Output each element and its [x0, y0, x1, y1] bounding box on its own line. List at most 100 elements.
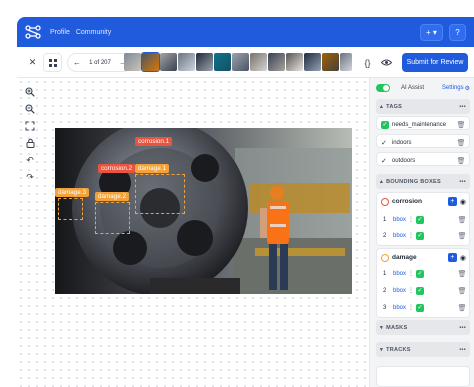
- bbox-item[interactable]: 3 bbox ⋮ ✓ 🗑: [383, 303, 466, 312]
- trash-icon[interactable]: 🗑: [458, 215, 467, 224]
- tracks-title: TRACKS: [386, 346, 411, 353]
- bbox-link[interactable]: bbox: [393, 217, 406, 223]
- checkbox-checked-icon[interactable]: ✓: [416, 269, 425, 278]
- damage-bbox-1[interactable]: [135, 174, 185, 214]
- tag-item[interactable]: ✓ indoors 🗑: [376, 134, 470, 148]
- bbox-link[interactable]: bbox: [393, 288, 406, 294]
- bottom-card: [376, 366, 470, 387]
- thumbnail[interactable]: [340, 53, 352, 71]
- bbox-item[interactable]: 1 bbox ⋮ ✓ 🗑: [383, 215, 466, 224]
- thumbnail[interactable]: [196, 53, 213, 71]
- drag-handle-icon[interactable]: ⋮: [408, 216, 414, 223]
- settings-gear-icon[interactable]: ⚙: [465, 85, 470, 92]
- bbox-link[interactable]: bbox: [393, 271, 406, 277]
- thumbnail[interactable]: [268, 53, 285, 71]
- bbox-link[interactable]: bbox: [393, 233, 406, 239]
- thumbnail[interactable]: [286, 53, 303, 71]
- annotated-image[interactable]: corrosion.1 corrosion.2 damage.1 damage.…: [55, 128, 352, 294]
- zoom-in-icon[interactable]: [22, 84, 38, 100]
- annotation-label[interactable]: damage.3: [55, 188, 90, 197]
- drag-handle-icon[interactable]: ⋮: [408, 304, 414, 311]
- class-group-damage: damage + ◉ 1 bbox ⋮ ✓ 🗑 2 bbox ⋮ ✓ 🗑 3 b…: [376, 248, 470, 318]
- add-bbox-icon[interactable]: +: [447, 197, 457, 206]
- checkbox-checked-icon[interactable]: ✓: [416, 215, 425, 224]
- drag-handle-icon[interactable]: ⋮: [408, 232, 414, 239]
- trash-icon[interactable]: 🗑: [457, 138, 466, 147]
- thumbnail[interactable]: [141, 52, 160, 72]
- more-options-icon[interactable]: •••: [459, 179, 466, 185]
- checkbox-checked-icon[interactable]: ✓: [416, 231, 425, 240]
- trash-icon[interactable]: 🗑: [457, 120, 466, 129]
- add-bbox-icon[interactable]: +: [447, 253, 457, 262]
- bbox-index: 2: [383, 232, 387, 239]
- help-button[interactable]: ?: [449, 23, 466, 41]
- ai-assist-toggle[interactable]: [376, 84, 390, 92]
- bbox-item[interactable]: 2 bbox ⋮ ✓ 🗑: [383, 286, 466, 295]
- bbox-item[interactable]: 2 bbox ⋮ ✓ 🗑: [383, 231, 466, 240]
- right-sidebar: AI Assist Settings ⚙ ▴ TAGS ••• ✓ needs_…: [369, 78, 474, 387]
- thumbnail[interactable]: [304, 53, 321, 71]
- thumbnail[interactable]: [214, 53, 231, 71]
- ai-assist-label: AI Assist: [401, 85, 425, 91]
- bbox-item[interactable]: 1 bbox ⋮ ✓ 🗑: [383, 269, 466, 278]
- zoom-out-icon[interactable]: [22, 101, 38, 117]
- drag-handle-icon[interactable]: ⋮: [408, 287, 414, 294]
- bbox-link[interactable]: bbox: [393, 305, 406, 311]
- eye-icon[interactable]: ◉: [460, 254, 466, 262]
- toolbar: ✕ ← 1 of 207 → {} Submit for Review: [17, 47, 474, 78]
- fit-to-screen-icon[interactable]: [22, 118, 38, 134]
- close-icon[interactable]: ✕: [23, 53, 42, 72]
- grid-view-icon[interactable]: [43, 53, 62, 72]
- collapse-icon: ▴: [380, 178, 384, 185]
- tag-label: indoors: [391, 139, 412, 146]
- trash-icon[interactable]: 🗑: [457, 156, 466, 165]
- thumbnail[interactable]: [124, 53, 141, 71]
- more-options-icon[interactable]: •••: [459, 325, 466, 331]
- tags-section-header[interactable]: ▴ TAGS •••: [376, 99, 470, 114]
- damage-bbox-3[interactable]: [58, 198, 83, 220]
- tag-item[interactable]: ✓ outdoors 🗑: [376, 152, 470, 166]
- class-name: damage: [392, 254, 417, 261]
- redo-icon[interactable]: ↷: [22, 169, 38, 185]
- annotation-label[interactable]: corrosion.2: [98, 164, 136, 173]
- masks-section-header[interactable]: ▾ MASKS •••: [376, 320, 470, 335]
- tag-item[interactable]: ✓ needs_maintenance 🗑: [376, 116, 470, 130]
- undo-icon[interactable]: ↶: [22, 152, 38, 168]
- more-options-icon[interactable]: •••: [459, 347, 466, 353]
- tracks-section-header[interactable]: ▾ TRACKS •••: [376, 342, 470, 357]
- checkbox-checked-icon[interactable]: ✓: [416, 286, 425, 295]
- thumbnail[interactable]: [232, 53, 249, 71]
- settings-link[interactable]: Settings: [442, 85, 464, 91]
- app-logo-icon[interactable]: [22, 21, 44, 43]
- visibility-icon[interactable]: [377, 53, 396, 72]
- nav-link-community[interactable]: Community: [76, 29, 111, 36]
- bbox-index: 2: [383, 287, 387, 294]
- eye-icon[interactable]: ◉: [460, 198, 466, 206]
- add-menu-button[interactable]: + ▾: [420, 23, 443, 41]
- thumbnail[interactable]: [178, 53, 195, 71]
- checkbox-checked-icon[interactable]: ✓: [416, 303, 425, 312]
- trash-icon[interactable]: 🗑: [458, 303, 467, 312]
- check-icon[interactable]: ✓: [381, 157, 387, 165]
- damage-bbox-2[interactable]: [95, 202, 130, 234]
- code-view-icon[interactable]: {}: [358, 53, 377, 72]
- drag-handle-icon[interactable]: ⋮: [408, 270, 414, 277]
- canvas-tools: ↶ ↷: [22, 84, 42, 186]
- submit-for-review-button[interactable]: Submit for Review: [402, 53, 468, 72]
- trash-icon[interactable]: 🗑: [458, 286, 467, 295]
- thumbnail[interactable]: [322, 53, 339, 71]
- annotation-label[interactable]: damage.1: [135, 164, 170, 173]
- thumbnail[interactable]: [160, 53, 177, 71]
- more-options-icon[interactable]: •••: [459, 104, 466, 110]
- check-icon[interactable]: ✓: [381, 139, 387, 147]
- thumbnail[interactable]: [250, 53, 267, 71]
- bounding-boxes-section-header[interactable]: ▴ BOUNDING BOXES •••: [376, 174, 470, 189]
- lock-icon[interactable]: [22, 135, 38, 151]
- annotation-label[interactable]: corrosion.1: [135, 137, 173, 146]
- trash-icon[interactable]: 🗑: [458, 231, 467, 240]
- nav-link-profile[interactable]: Profile: [50, 29, 70, 36]
- prev-arrow-icon[interactable]: ←: [73, 58, 81, 67]
- checkbox-checked-icon[interactable]: ✓: [381, 120, 389, 129]
- annotation-label[interactable]: damage.2: [95, 192, 130, 201]
- trash-icon[interactable]: 🗑: [458, 269, 467, 278]
